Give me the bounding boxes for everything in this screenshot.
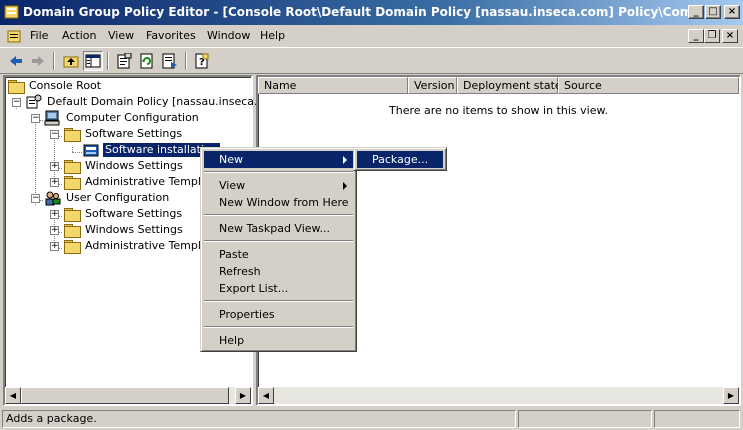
menu-separator [204, 300, 353, 302]
menu-help[interactable]: Help [260, 29, 285, 42]
tree-node-computer-configuration[interactable]: Computer Configuration [44, 110, 201, 126]
refresh-icon[interactable] [137, 51, 157, 71]
scroll-left-icon[interactable]: ◀ [258, 387, 274, 404]
context-item-export-list[interactable]: Export List... [204, 280, 353, 297]
folder-icon [64, 207, 81, 222]
context-item-view[interactable]: View [204, 177, 353, 194]
tree-node-uc-software-settings[interactable]: Software Settings [64, 206, 184, 222]
context-item-new-window[interactable]: New Window from Here [204, 194, 353, 211]
column-header-version[interactable]: Version [408, 77, 457, 94]
folder-icon [8, 79, 25, 94]
scroll-left-icon[interactable]: ◀ [5, 387, 21, 404]
tree-node-uc-windows-settings[interactable]: Windows Settings [64, 222, 185, 238]
expand-expander[interactable]: + [50, 210, 59, 219]
help-icon[interactable]: ? [192, 51, 212, 71]
expand-expander[interactable]: + [50, 226, 59, 235]
menu-file[interactable]: File [30, 29, 48, 42]
menu-view[interactable]: View [108, 29, 134, 42]
main-window: Domain Group Policy Editor - [Console Ro… [0, 0, 743, 430]
minimize-button[interactable]: _ [688, 5, 704, 19]
context-menu: New View New Window from Here New Taskpa… [200, 147, 357, 352]
context-item-new-taskpad-view[interactable]: New Taskpad View... [204, 220, 353, 237]
tree-node-cc-windows-settings[interactable]: Windows Settings [64, 158, 185, 174]
collapse-expander[interactable]: − [50, 130, 59, 139]
new-submenu: Package... [353, 147, 447, 171]
tree-node-cc-software-settings[interactable]: Software Settings [64, 126, 184, 142]
column-header-name[interactable]: Name [258, 77, 408, 94]
policy-scroll-icon [26, 94, 42, 109]
menu-separator [204, 214, 353, 216]
empty-list-message: There are no items to show in this view. [389, 104, 608, 117]
tree-horizontal-scrollbar[interactable]: ◀ ▶ [5, 387, 251, 404]
column-header-source[interactable]: Source [558, 77, 739, 94]
title-bar[interactable]: Domain Group Policy Editor - [Console Ro… [0, 0, 743, 25]
menu-bar: File Action View Favorites Window Help _… [0, 25, 743, 47]
menu-separator [204, 326, 353, 328]
folder-icon [64, 127, 81, 142]
child-close-button[interactable]: × [722, 29, 738, 43]
show-hide-tree-icon[interactable] [83, 51, 103, 71]
context-item-paste[interactable]: Paste [204, 246, 353, 263]
tree-node-user-configuration[interactable]: User Configuration [44, 190, 171, 206]
child-minimize-button[interactable]: _ [688, 29, 704, 43]
maximize-button[interactable]: □ [705, 5, 721, 19]
forward-icon[interactable] [28, 51, 48, 71]
folder-icon [64, 159, 81, 174]
status-panel-3 [654, 410, 740, 428]
tree-node-default-domain-policy[interactable]: Default Domain Policy [nassau.inseca.com… [25, 94, 287, 110]
expand-expander[interactable]: + [50, 242, 59, 251]
collapse-expander[interactable]: − [31, 194, 40, 203]
export-list-icon[interactable] [160, 51, 180, 71]
folder-icon [64, 223, 81, 238]
collapse-expander[interactable]: − [31, 114, 40, 123]
status-panel-2 [518, 410, 652, 428]
submenu-arrow-icon [343, 182, 347, 190]
policy-editor-icon [4, 5, 19, 19]
properties-icon[interactable] [114, 51, 134, 71]
up-one-level-icon[interactable] [61, 51, 81, 71]
column-header-deployment-state[interactable]: Deployment state [457, 77, 562, 94]
submenu-arrow-icon [343, 156, 347, 164]
submenu-item-package[interactable]: Package... [357, 151, 443, 168]
collapse-expander[interactable]: − [12, 98, 21, 107]
software-installation-icon [83, 144, 99, 157]
users-icon [45, 191, 61, 206]
status-bar: Adds a package. [0, 408, 743, 430]
folder-icon [64, 175, 81, 190]
back-icon[interactable] [6, 51, 26, 71]
tree-node-console-root[interactable]: Console Root [8, 78, 103, 94]
child-restore-button[interactable]: ❐ [704, 29, 720, 43]
expand-expander[interactable]: + [50, 178, 59, 187]
computer-icon [44, 110, 60, 126]
context-item-help[interactable]: Help [204, 332, 353, 349]
scroll-right-icon[interactable]: ▶ [235, 387, 251, 404]
context-item-new[interactable]: New [204, 151, 353, 168]
menu-window[interactable]: Window [207, 29, 250, 42]
context-item-refresh[interactable]: Refresh [204, 263, 353, 280]
folder-icon [64, 239, 81, 254]
list-horizontal-scrollbar[interactable]: ◀ ▶ [258, 387, 739, 404]
context-item-properties[interactable]: Properties [204, 306, 353, 323]
toolbar: ? [0, 47, 743, 74]
close-button[interactable]: × [724, 5, 740, 19]
menu-separator [204, 171, 353, 173]
menu-action[interactable]: Action [62, 29, 96, 42]
system-menu-icon[interactable] [6, 28, 22, 44]
expand-expander[interactable]: + [50, 162, 59, 171]
window-title: Domain Group Policy Editor - [Console Ro… [23, 5, 688, 19]
status-text: Adds a package. [2, 410, 516, 428]
menu-favorites[interactable]: Favorites [146, 29, 196, 42]
scroll-thumb[interactable] [21, 387, 229, 404]
scroll-right-icon[interactable]: ▶ [723, 387, 739, 404]
menu-separator [204, 240, 353, 242]
